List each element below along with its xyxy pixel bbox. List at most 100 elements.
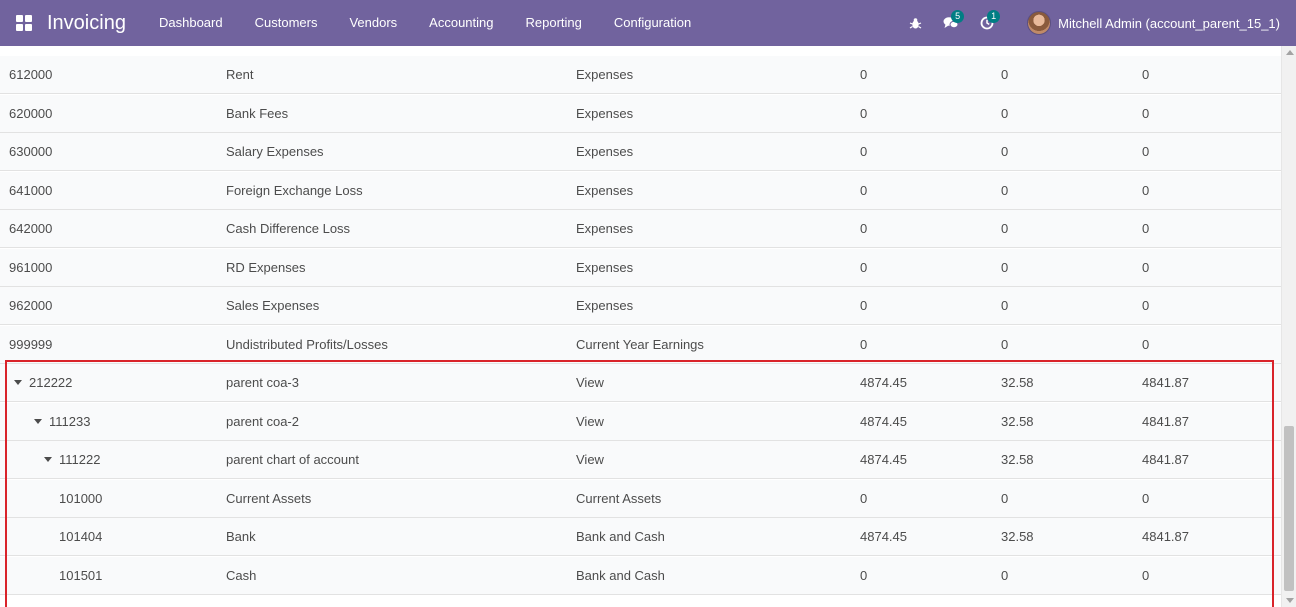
debit-value: 0 (860, 336, 868, 352)
account-type: Current Assets (576, 490, 662, 506)
credit-value: 32.58 (1001, 529, 1034, 544)
account-code: 101404 (59, 518, 102, 556)
account-code: 642000 (9, 210, 52, 248)
balance-value: 0 (1142, 259, 1150, 275)
debit-value: 0 (860, 144, 868, 159)
table-row[interactable]: 630000 Salary Expenses Expenses 0 0 0 (0, 133, 1281, 171)
table-row[interactable]: 642000 Cash Difference Loss Expenses 0 0 0 (0, 210, 1281, 248)
main-menu: Dashboard Customers Vendors Accounting R… (143, 0, 707, 46)
account-name: Rent (226, 67, 254, 82)
systray: 5 1 Mitchell Admin (account_parent_15_1) (897, 0, 1296, 46)
app-title[interactable]: Invoicing (47, 11, 126, 35)
credit-value: 32.58 (1001, 452, 1034, 467)
account-code: 101501 (59, 557, 102, 595)
menu-item-configuration[interactable]: Configuration (598, 0, 707, 46)
account-code-text: 101501 (59, 567, 103, 583)
avatar (1027, 11, 1052, 35)
account-type: View (576, 413, 604, 429)
balance-value: 0 (1142, 221, 1150, 236)
account-name: Cash (226, 567, 257, 583)
activities-count-badge: 1 (987, 10, 1001, 23)
table-row[interactable]: 212222 parent coa-3 View 4874.45 32.58 4841.8… (0, 364, 1281, 402)
account-code-text: 961000 (9, 259, 53, 275)
account-name: Undistributed Profits/Losses (226, 336, 388, 352)
account-code-text: 212222 (29, 375, 73, 390)
account-code: 961000 (9, 249, 52, 287)
account-code: 101000 (59, 480, 102, 518)
credit-value: 32.58 (1001, 375, 1034, 390)
table-row[interactable]: 612000 Rent Expenses 0 0 0 (0, 56, 1281, 94)
table-row[interactable]: 111222 parent chart of account View 4874.45… (0, 441, 1281, 479)
account-code-text: 999999 (9, 336, 53, 352)
account-code-text: 620000 (9, 105, 53, 121)
account-type: Expenses (576, 105, 634, 121)
credit-value: 0 (1001, 182, 1009, 198)
credit-value: 0 (1001, 259, 1009, 275)
table-row[interactable]: 999999 Undistributed Profits/Losses Curren… (0, 325, 1281, 364)
account-name: Bank (226, 529, 256, 544)
account-name: RD Expenses (226, 259, 306, 275)
account-code: 962000 (9, 287, 52, 325)
balance-value: 4841.87 (1142, 375, 1189, 390)
chart-of-accounts-list: 612000 Rent Expenses 0 0 0 620000 Bank Fees Expe… (0, 46, 1281, 607)
debit-value: 0 (860, 105, 868, 121)
account-type: View (576, 375, 604, 390)
credit-value: 0 (1001, 221, 1009, 236)
account-type: Expenses (576, 298, 634, 313)
messages-button[interactable]: 5 (933, 0, 969, 46)
table-row[interactable]: 111233 parent coa-2 View 4874.45 32.58 4841.8… (0, 402, 1281, 441)
table-row[interactable]: 961000 RD Expenses Expenses 0 0 0 (0, 248, 1281, 287)
table-row[interactable]: 641000 Foreign Exchange Loss Expenses 0 0 0 (0, 171, 1281, 210)
menu-item-dashboard[interactable]: Dashboard (143, 0, 239, 46)
table-row[interactable]: 101000 Current Assets Current Assets 0 0 0 (0, 479, 1281, 518)
user-menu[interactable]: Mitchell Admin (account_parent_15_1) (1017, 0, 1296, 46)
balance-value: 0 (1142, 298, 1150, 313)
account-code: 999999 (9, 326, 52, 364)
table-row[interactable]: 101404 Bank Bank and Cash 4874.45 32.58 4841.… (0, 518, 1281, 556)
account-code: 212222 (14, 364, 72, 402)
scroll-down-arrow-icon[interactable] (1286, 598, 1294, 603)
debit-value: 0 (860, 490, 868, 506)
table-row[interactable]: 620000 Bank Fees Expenses 0 0 0 (0, 94, 1281, 133)
debit-value: 4874.45 (860, 529, 907, 544)
caret-down-icon[interactable] (34, 418, 42, 424)
menu-item-vendors[interactable]: Vendors (333, 0, 413, 46)
credit-value: 0 (1001, 67, 1009, 82)
account-code-text: 642000 (9, 221, 53, 236)
activities-button[interactable]: 1 (969, 0, 1005, 46)
balance-value: 4841.87 (1142, 413, 1189, 429)
debug-button[interactable] (897, 0, 933, 46)
balance-value: 0 (1142, 490, 1150, 506)
account-name: Bank Fees (226, 105, 289, 121)
debit-value: 4874.45 (860, 413, 907, 429)
caret-down-icon[interactable] (14, 380, 22, 386)
bug-icon (909, 17, 922, 30)
debit-value: 0 (860, 259, 868, 275)
scroll-up-arrow-icon[interactable] (1286, 50, 1294, 55)
debit-value: 4874.45 (860, 452, 907, 467)
account-code-text: 101000 (59, 490, 103, 506)
menu-item-reporting[interactable]: Reporting (510, 0, 598, 46)
account-name: Sales Expenses (226, 298, 320, 313)
vertical-scrollbar[interactable] (1281, 46, 1296, 607)
account-type: Expenses (576, 221, 634, 236)
account-type: Bank and Cash (576, 567, 665, 583)
balance-value: 0 (1142, 67, 1150, 82)
balance-value: 4841.87 (1142, 452, 1189, 467)
scroll-thumb[interactable] (1284, 426, 1294, 591)
account-code-text: 111222 (59, 452, 101, 467)
apps-grid-icon[interactable] (16, 15, 32, 31)
menu-item-customers[interactable]: Customers (239, 0, 334, 46)
account-type: Expenses (576, 182, 634, 198)
menu-item-accounting[interactable]: Accounting (413, 0, 509, 46)
table-row[interactable]: 962000 Sales Expenses Expenses 0 0 0 (0, 287, 1281, 325)
account-code-text: 630000 (9, 144, 53, 159)
debit-value: 0 (860, 298, 868, 313)
account-type: Expenses (576, 67, 634, 82)
account-code: 111222 (44, 441, 100, 479)
credit-value: 0 (1001, 336, 1009, 352)
caret-down-icon[interactable] (44, 457, 52, 463)
account-type: Expenses (576, 144, 634, 159)
account-code-text: 111233 (49, 413, 91, 429)
table-row[interactable]: 101501 Cash Bank and Cash 0 0 0 (0, 556, 1281, 595)
